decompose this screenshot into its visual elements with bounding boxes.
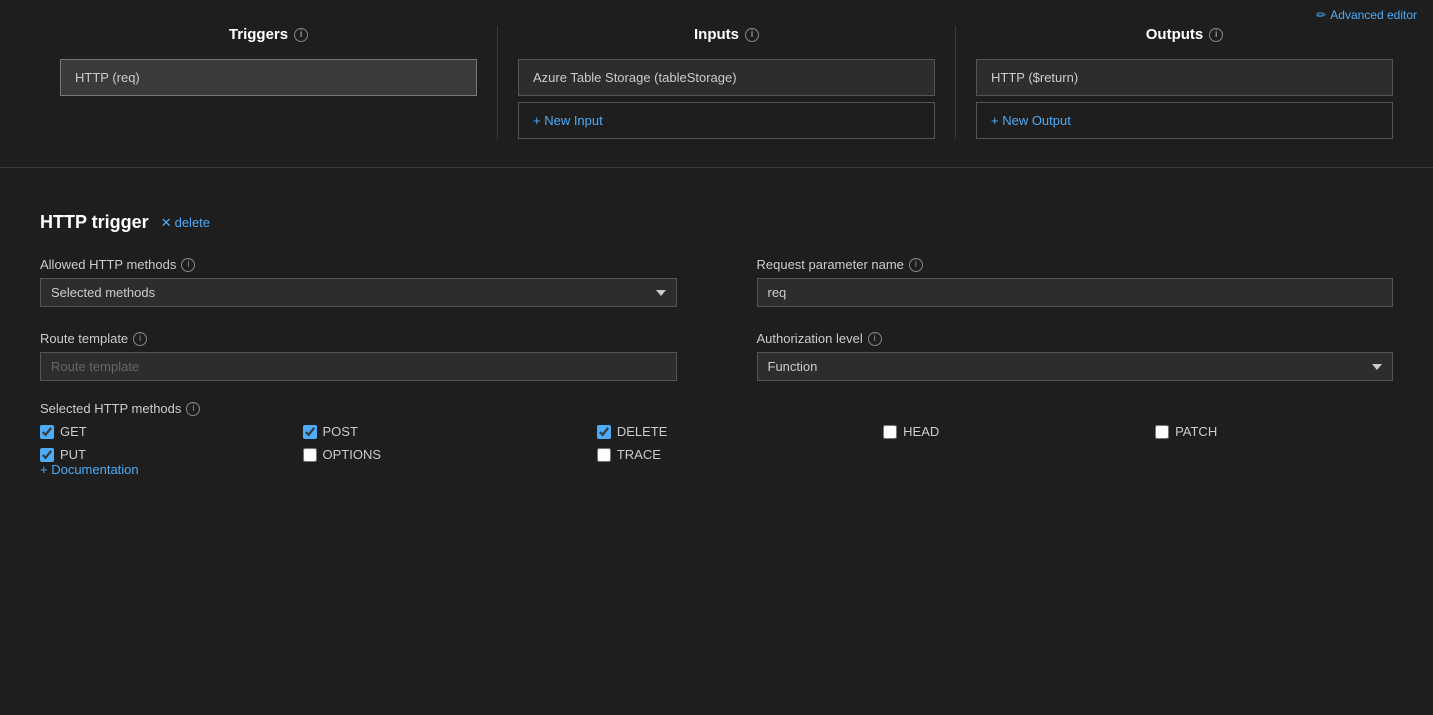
route-template-info-icon[interactable]: i bbox=[133, 332, 147, 346]
triggers-column: Triggers i HTTP (req) bbox=[20, 26, 497, 139]
form-grid: Allowed HTTP methods i Selected methods … bbox=[40, 257, 1393, 381]
method-trace-label: TRACE bbox=[617, 447, 661, 462]
method-get-checkbox[interactable]: GET bbox=[40, 424, 263, 439]
inputs-title: Inputs i bbox=[518, 26, 935, 43]
top-bar: ✏ Advanced editor bbox=[0, 0, 1433, 26]
selected-methods-info-icon[interactable]: i bbox=[186, 402, 200, 416]
method-get-input[interactable] bbox=[40, 425, 54, 439]
method-patch-label: PATCH bbox=[1175, 424, 1217, 439]
method-delete-label: DELETE bbox=[617, 424, 668, 439]
route-template-group: Route template i bbox=[40, 331, 677, 381]
allowed-methods-group: Allowed HTTP methods i Selected methods … bbox=[40, 257, 677, 307]
authorization-level-select[interactable]: Anonymous Function Admin bbox=[757, 352, 1394, 381]
section-title: HTTP trigger ✕ delete bbox=[40, 212, 1393, 233]
advanced-editor-link[interactable]: ✏ Advanced editor bbox=[1316, 8, 1417, 22]
trigger-item-http[interactable]: HTTP (req) bbox=[60, 59, 477, 96]
method-post-label: POST bbox=[323, 424, 358, 439]
section-divider bbox=[0, 167, 1433, 168]
method-patch-checkbox[interactable]: PATCH bbox=[1155, 424, 1393, 439]
close-icon: ✕ bbox=[161, 215, 172, 231]
request-param-input[interactable] bbox=[757, 278, 1394, 307]
inputs-info-icon[interactable]: i bbox=[745, 28, 759, 42]
method-head-input[interactable] bbox=[883, 425, 897, 439]
allowed-methods-select[interactable]: Selected methods All methods bbox=[40, 278, 677, 307]
outputs-column: Outputs i HTTP ($return) + New Output bbox=[956, 26, 1413, 139]
method-trace-input[interactable] bbox=[597, 448, 611, 462]
method-put-checkbox[interactable]: PUT bbox=[40, 447, 263, 462]
bindings-section: Triggers i HTTP (req) Inputs i Azure Tab… bbox=[0, 26, 1433, 159]
output-item-http-return[interactable]: HTTP ($return) bbox=[976, 59, 1393, 96]
request-param-info-icon[interactable]: i bbox=[909, 258, 923, 272]
outputs-info-icon[interactable]: i bbox=[1209, 28, 1223, 42]
allowed-methods-info-icon[interactable]: i bbox=[181, 258, 195, 272]
method-options-label: OPTIONS bbox=[323, 447, 382, 462]
new-input-button[interactable]: + New Input bbox=[518, 102, 935, 139]
method-patch-input[interactable] bbox=[1155, 425, 1169, 439]
input-item-table-storage[interactable]: Azure Table Storage (tableStorage) bbox=[518, 59, 935, 96]
route-template-label: Route template i bbox=[40, 331, 677, 346]
method-put-input[interactable] bbox=[40, 448, 54, 462]
method-post-checkbox[interactable]: POST bbox=[303, 424, 557, 439]
method-delete-input[interactable] bbox=[597, 425, 611, 439]
route-template-input[interactable] bbox=[40, 352, 677, 381]
method-trace-checkbox[interactable]: TRACE bbox=[597, 447, 843, 462]
method-options-checkbox[interactable]: OPTIONS bbox=[303, 447, 557, 462]
new-output-button[interactable]: + New Output bbox=[976, 102, 1393, 139]
detail-section: HTTP trigger ✕ delete Allowed HTTP metho… bbox=[0, 192, 1433, 517]
allowed-methods-label: Allowed HTTP methods i bbox=[40, 257, 677, 272]
triggers-info-icon[interactable]: i bbox=[294, 28, 308, 42]
method-delete-checkbox[interactable]: DELETE bbox=[597, 424, 843, 439]
advanced-editor-label: Advanced editor bbox=[1330, 8, 1417, 22]
outputs-title: Outputs i bbox=[976, 26, 1393, 43]
inputs-column: Inputs i Azure Table Storage (tableStora… bbox=[498, 26, 955, 139]
edit-icon: ✏ bbox=[1316, 8, 1326, 22]
selected-methods-label: Selected HTTP methods i bbox=[40, 401, 1393, 416]
authorization-level-group: Authorization level i Anonymous Function… bbox=[757, 331, 1394, 381]
method-head-label: HEAD bbox=[903, 424, 939, 439]
http-methods-section: Selected HTTP methods i GET POST DELETE HEA… bbox=[40, 401, 1393, 462]
methods-grid: GET POST DELETE HEAD PATCH PUT OPTIONS TRACE bbox=[40, 424, 1393, 462]
method-put-label: PUT bbox=[60, 447, 86, 462]
authorization-level-info-icon[interactable]: i bbox=[868, 332, 882, 346]
authorization-level-label: Authorization level i bbox=[757, 331, 1394, 346]
method-post-input[interactable] bbox=[303, 425, 317, 439]
method-options-input[interactable] bbox=[303, 448, 317, 462]
documentation-link[interactable]: + Documentation bbox=[40, 462, 139, 477]
method-get-label: GET bbox=[60, 424, 87, 439]
method-head-checkbox[interactable]: HEAD bbox=[883, 424, 1115, 439]
request-param-label: Request parameter name i bbox=[757, 257, 1394, 272]
request-param-group: Request parameter name i bbox=[757, 257, 1394, 307]
delete-link[interactable]: ✕ delete bbox=[161, 215, 210, 231]
triggers-title: Triggers i bbox=[60, 26, 477, 43]
